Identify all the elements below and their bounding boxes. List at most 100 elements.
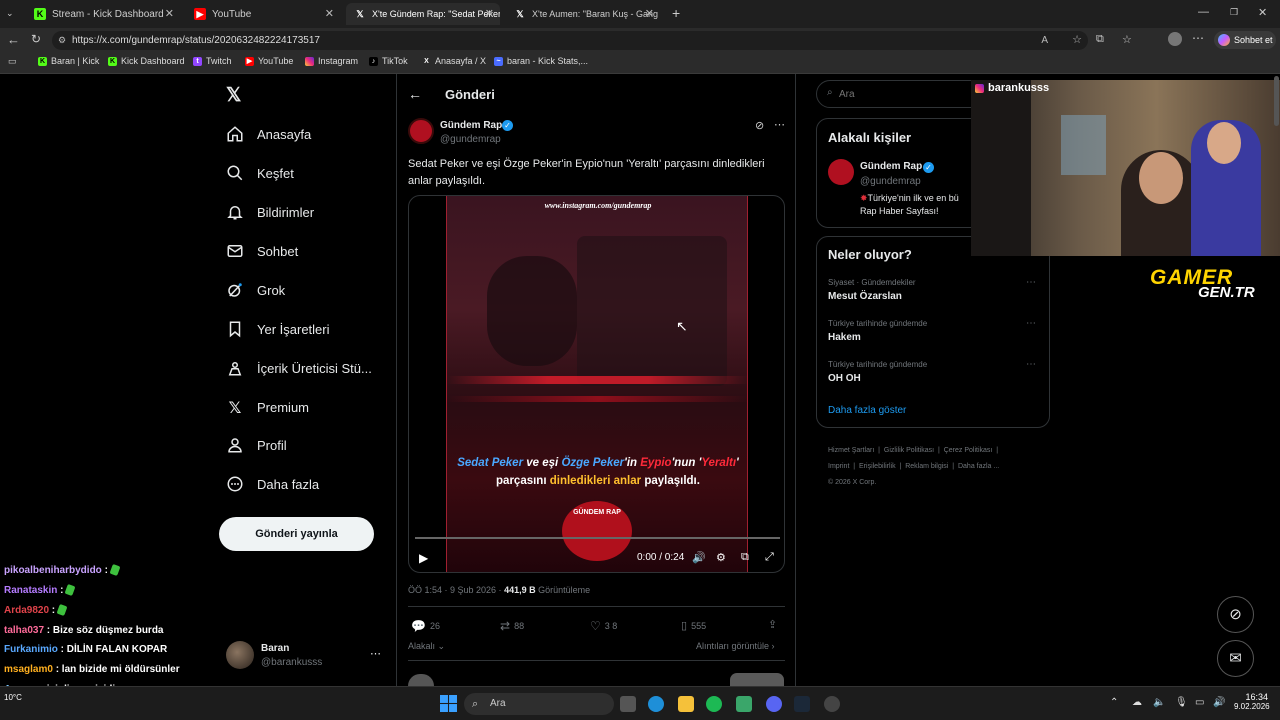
- nav-explore[interactable]: Keşfet: [226, 161, 294, 185]
- app-icon[interactable]: [736, 696, 752, 712]
- settings-gear-icon[interactable]: ⚙: [716, 551, 726, 564]
- bookmark-baran-kick[interactable]: K Baran | Kick: [38, 56, 99, 66]
- tray-chevron-icon[interactable]: ⌃: [1110, 697, 1118, 708]
- trend-more-icon[interactable]: ⋯: [1026, 359, 1036, 370]
- nav-creator-studio[interactable]: İçerik Üreticisi Stü...: [226, 356, 372, 380]
- windows-start-icon[interactable]: [440, 695, 457, 712]
- network-icon[interactable]: ▭: [1195, 697, 1204, 708]
- nav-notifications[interactable]: Bildirimler: [226, 200, 314, 224]
- nav-chat[interactable]: Sohbet: [226, 239, 298, 263]
- close-icon[interactable]: ✕: [645, 7, 654, 20]
- clock[interactable]: 16:34 9.02.2026: [1234, 692, 1270, 711]
- task-view-icon[interactable]: [620, 696, 636, 712]
- tab-kick-dashboard[interactable]: K Stream - Kick Dashboard ✕: [26, 3, 180, 25]
- nav-more[interactable]: Daha fazla: [226, 472, 319, 496]
- new-tab-button[interactable]: +: [672, 5, 680, 21]
- footer-link[interactable]: Reklam bilgisi: [905, 463, 948, 470]
- messages-floating-button[interactable]: ✉: [1217, 640, 1254, 677]
- account-menu-icon[interactable]: ⋯: [370, 647, 381, 660]
- collections-icon[interactable]: ☆: [1122, 33, 1132, 46]
- bookmark-button[interactable]: ▯ 555: [681, 619, 706, 632]
- site-info-icon[interactable]: ⚙: [58, 31, 66, 50]
- cloud-icon[interactable]: ☁: [1132, 697, 1142, 708]
- trend-item[interactable]: Siyaset · Gündemdekiler Mesut Özarslan: [828, 278, 916, 302]
- tab-list-chevron-icon[interactable]: ⌄: [6, 8, 14, 19]
- footer-link[interactable]: Imprint: [828, 463, 849, 470]
- favorite-star-icon[interactable]: ☆: [1072, 31, 1082, 50]
- page-scrollbar[interactable]: [1274, 76, 1279, 126]
- minimize-button[interactable]: —: [1198, 6, 1209, 18]
- close-icon[interactable]: ✕: [485, 7, 494, 20]
- profile-avatar[interactable]: [1168, 32, 1182, 46]
- video-player[interactable]: www.instagram.com/gundemrap Sedat Peker …: [408, 195, 785, 573]
- bookmarks-menu-icon[interactable]: ▭: [8, 56, 17, 67]
- author-name[interactable]: Gündem Rap: [440, 120, 502, 131]
- fullscreen-icon[interactable]: ⤢: [765, 551, 774, 564]
- maximize-button[interactable]: ❐: [1230, 7, 1238, 18]
- post-button[interactable]: Gönderi yayınla: [219, 517, 374, 551]
- volume-icon[interactable]: 🔊: [1213, 697, 1225, 708]
- taskbar-search[interactable]: ⌕ Ara: [464, 693, 614, 715]
- show-more-link[interactable]: Daha fazla göster: [828, 405, 906, 416]
- related-name[interactable]: Gündem Rap: [860, 161, 922, 172]
- author-handle[interactable]: @gundemrap: [440, 134, 501, 145]
- reply-button[interactable]: 💬 26: [411, 619, 440, 633]
- pip-icon[interactable]: ⧉: [741, 551, 749, 564]
- nav-profile[interactable]: Profil: [226, 433, 287, 457]
- trend-more-icon[interactable]: ⋯: [1026, 277, 1036, 288]
- bookmark-instagram[interactable]: Instagram: [305, 56, 358, 66]
- video-progress-track[interactable]: [415, 537, 780, 539]
- file-explorer-icon[interactable]: [678, 696, 694, 712]
- footer-link[interactable]: Hizmet Şartları: [828, 447, 874, 454]
- grok-floating-button[interactable]: ⊘: [1217, 596, 1254, 633]
- author-avatar[interactable]: [408, 118, 434, 144]
- grok-explain-icon[interactable]: ⊘: [755, 119, 764, 132]
- bookmark-kick-stats[interactable]: ~ baran - Kick Stats,...: [494, 56, 588, 66]
- share-icon[interactable]: ⇪: [768, 618, 777, 631]
- url-bar[interactable]: ⚙ https://x.com/gundemrap/status/2020632…: [52, 31, 1088, 50]
- tab-youtube[interactable]: ▶ YouTube ✕: [186, 3, 340, 25]
- extensions-icon[interactable]: ⧉: [1096, 33, 1104, 46]
- volume-icon[interactable]: 🔊: [692, 551, 706, 564]
- nav-premium[interactable]: 𝕏 Premium: [226, 395, 309, 419]
- close-icon[interactable]: ✕: [165, 7, 174, 20]
- related-filter[interactable]: Alakalı ⌄: [408, 641, 445, 652]
- repost-button[interactable]: ⇄ 88: [500, 619, 524, 633]
- bookmark-twitch[interactable]: t Twitch: [193, 56, 232, 66]
- close-icon[interactable]: ✕: [325, 7, 334, 20]
- play-icon[interactable]: ▶: [419, 551, 428, 565]
- x-logo-icon[interactable]: 𝕏: [226, 84, 241, 107]
- more-menu-icon[interactable]: ⋯: [1192, 31, 1204, 45]
- nav-home[interactable]: Anasayfa: [226, 122, 311, 146]
- footer-link[interactable]: Çerez Politikası: [944, 447, 993, 454]
- tab-aumen[interactable]: 𝕏 X'te Aumen: "Baran Kuş - Gang Sh ✕: [506, 3, 660, 25]
- back-arrow-icon[interactable]: ←: [7, 32, 20, 47]
- read-aloud-icon[interactable]: A: [1041, 31, 1048, 50]
- related-avatar[interactable]: [828, 159, 854, 185]
- bookmark-x-home[interactable]: X Anasayfa / X: [422, 56, 486, 66]
- footer-link[interactable]: Gizlilik Politikası: [884, 447, 934, 454]
- nav-grok[interactable]: Grok: [226, 278, 285, 302]
- steam-icon[interactable]: [794, 696, 810, 712]
- nav-bookmarks[interactable]: Yer İşaretleri: [226, 317, 330, 341]
- footer-link[interactable]: Daha fazla ...: [958, 463, 999, 470]
- window-close-button[interactable]: ✕: [1258, 6, 1267, 19]
- mic-icon[interactable]: 🎙: [1175, 697, 1188, 708]
- obs-icon[interactable]: [824, 696, 840, 712]
- weather-widget[interactable]: 10°C: [4, 693, 22, 702]
- bookmark-kick-dashboard[interactable]: K Kick Dashboard: [108, 56, 185, 66]
- view-quotes-link[interactable]: Alıntıları görüntüle ›: [696, 641, 775, 651]
- reply-button-partial[interactable]: [730, 673, 784, 686]
- copilot-chat-button[interactable]: Sohbet et: [1214, 31, 1276, 49]
- discord-icon[interactable]: [766, 696, 782, 712]
- post-more-icon[interactable]: ⋯: [774, 118, 785, 131]
- trend-more-icon[interactable]: ⋯: [1026, 318, 1036, 329]
- speaker-icon[interactable]: 🔈: [1153, 697, 1165, 708]
- back-arrow-icon[interactable]: ←: [408, 86, 422, 102]
- spotify-icon[interactable]: [706, 696, 722, 712]
- footer-link[interactable]: Erişilebilirlik: [859, 463, 896, 470]
- account-avatar[interactable]: [226, 641, 254, 669]
- trend-item[interactable]: Türkiye tarihinde gündemde OH OH: [828, 360, 927, 384]
- tab-gundem-rap[interactable]: 𝕏 X'te Gündem Rap: "Sedat Peker ve ✕: [346, 3, 500, 25]
- like-button[interactable]: ♡ 3 8: [590, 619, 617, 633]
